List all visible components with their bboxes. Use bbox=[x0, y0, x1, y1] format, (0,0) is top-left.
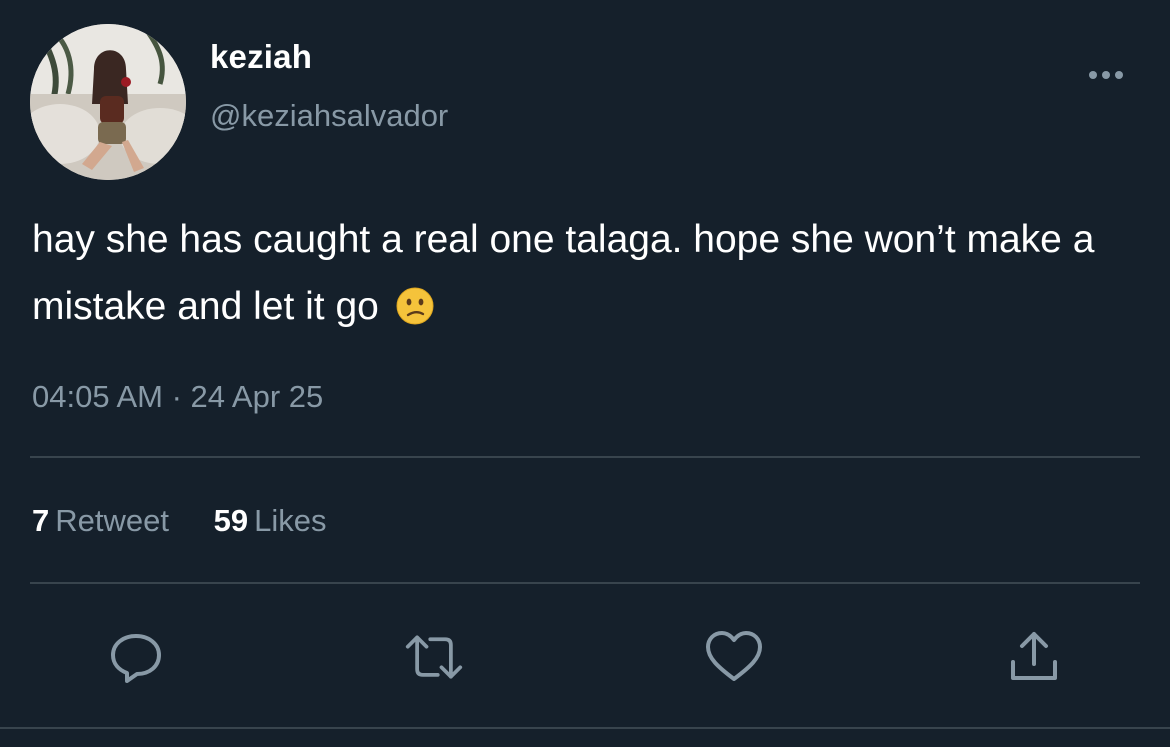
avatar[interactable] bbox=[30, 24, 186, 180]
retweet-icon[interactable] bbox=[404, 627, 464, 687]
retweet-count: 7 bbox=[32, 503, 50, 538]
user-handle[interactable]: @keziahsalvador bbox=[210, 98, 448, 134]
tweet-body: hay she has caught a real one talaga. ho… bbox=[32, 218, 1095, 328]
retweet-stat[interactable]: 7 Retweet bbox=[32, 503, 169, 539]
likes-label: Likes bbox=[254, 503, 327, 538]
retweet-label: Retweet bbox=[55, 503, 169, 538]
more-options-icon[interactable] bbox=[1086, 60, 1126, 90]
heart-icon[interactable] bbox=[704, 627, 764, 687]
like-count: 59 bbox=[213, 503, 249, 538]
divider bbox=[30, 582, 1140, 584]
avatar-photo bbox=[30, 24, 186, 180]
divider bbox=[30, 456, 1140, 458]
confused-face-emoji bbox=[396, 279, 434, 325]
tweet-timestamp: 04:05 AM · 24 Apr 25 bbox=[32, 379, 324, 414]
share-icon[interactable] bbox=[1004, 627, 1064, 687]
likes-stat[interactable]: 59 Likes bbox=[214, 503, 327, 539]
tweet-text: hay she has caught a real one talaga. ho… bbox=[32, 206, 1152, 340]
display-name[interactable]: keziah bbox=[210, 38, 312, 76]
divider bbox=[0, 727, 1170, 729]
reply-icon[interactable] bbox=[106, 627, 166, 687]
tweet-stats: 7 Retweet 59 Likes bbox=[32, 503, 362, 539]
